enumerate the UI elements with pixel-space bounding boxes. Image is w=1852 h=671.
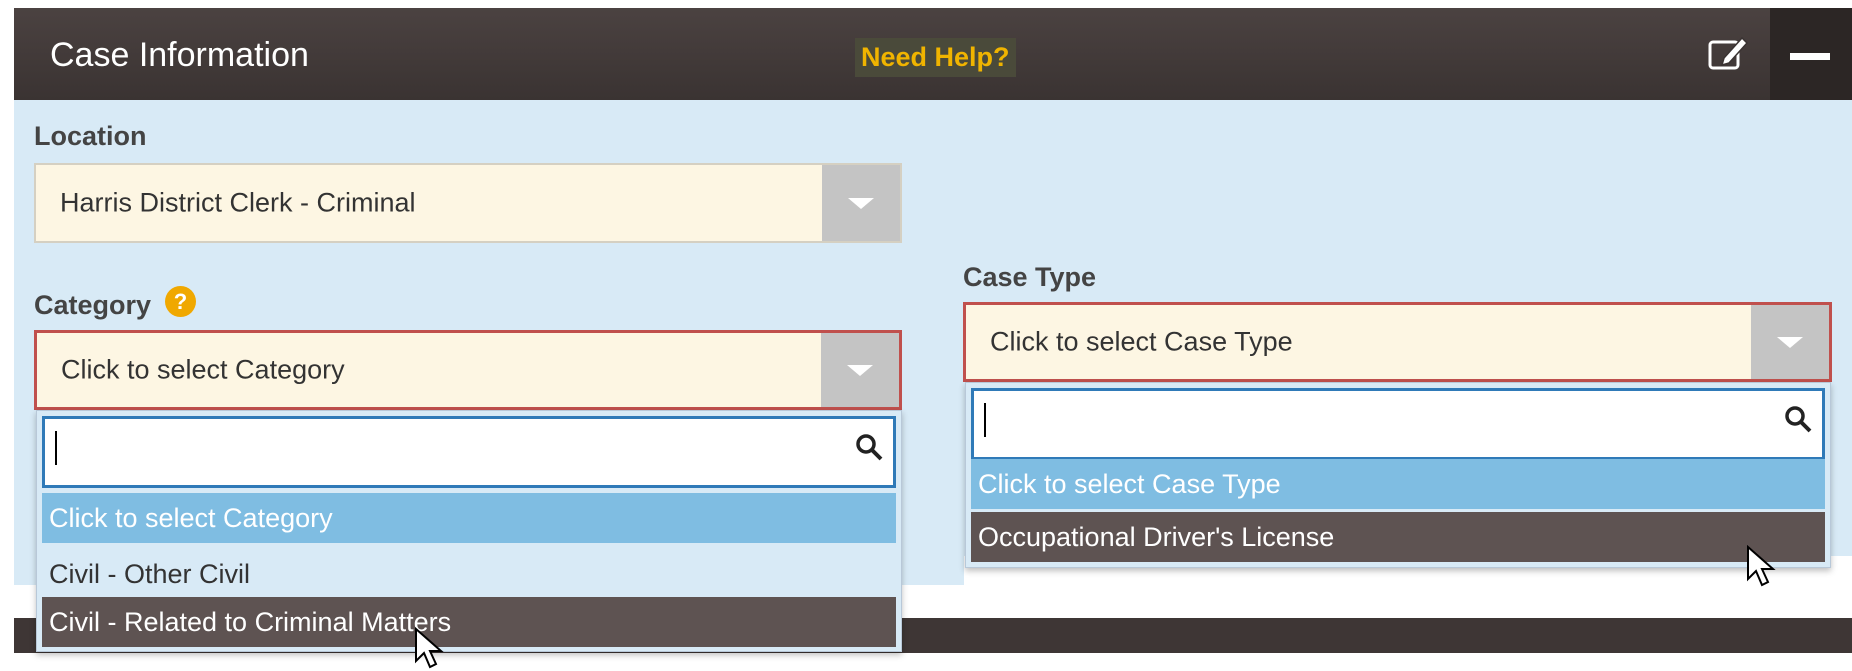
mouse-cursor-icon	[1747, 545, 1776, 587]
location-select[interactable]: Harris District Clerk - Criminal	[34, 163, 902, 243]
edit-icon[interactable]	[1706, 34, 1750, 74]
location-dropdown-arrow[interactable]	[822, 165, 900, 241]
minus-icon	[1790, 53, 1830, 60]
need-help-link[interactable]: Need Help?	[855, 38, 1016, 77]
case-type-select[interactable]: Click to select Case Type	[963, 302, 1832, 382]
case-information-header: Case Information Need Help?	[14, 8, 1852, 100]
case-type-dropdown-arrow[interactable]	[1751, 305, 1829, 379]
category-option[interactable]: Civil - Other Civil	[42, 549, 896, 599]
location-label: Location	[34, 121, 147, 151]
chevron-down-icon	[847, 365, 873, 376]
case-type-option[interactable]: Click to select Case Type	[971, 459, 1825, 509]
category-label: Category	[34, 290, 152, 320]
text-caret	[984, 403, 986, 437]
category-option[interactable]: Click to select Category	[42, 493, 896, 543]
search-icon	[856, 434, 883, 461]
search-icon	[1785, 406, 1812, 433]
category-search-field[interactable]	[42, 416, 896, 488]
text-caret	[55, 431, 57, 465]
case-type-search-field[interactable]	[971, 388, 1825, 460]
category-option[interactable]: Civil - Related to Criminal Matters	[42, 597, 896, 647]
category-dropdown-arrow[interactable]	[821, 333, 899, 407]
category-select[interactable]: Click to select Category	[34, 330, 902, 410]
case-type-label: Case Type	[963, 262, 1097, 292]
chevron-down-icon	[1777, 337, 1803, 348]
section-title: Case Information	[50, 36, 309, 74]
chevron-down-icon	[848, 198, 874, 209]
collapse-button[interactable]	[1770, 8, 1852, 100]
mouse-cursor-icon	[415, 627, 444, 669]
category-dropdown: Click to select Category Civil - Other C…	[36, 410, 902, 652]
case-type-dropdown: Click to select Case Type Occupational D…	[965, 382, 1831, 568]
location-value: Harris District Clerk - Criminal	[60, 187, 416, 218]
case-type-option[interactable]: Occupational Driver's License	[971, 512, 1825, 562]
help-icon[interactable]: ?	[165, 286, 196, 317]
case-type-value: Click to select Case Type	[990, 326, 1293, 357]
category-value: Click to select Category	[61, 354, 345, 385]
